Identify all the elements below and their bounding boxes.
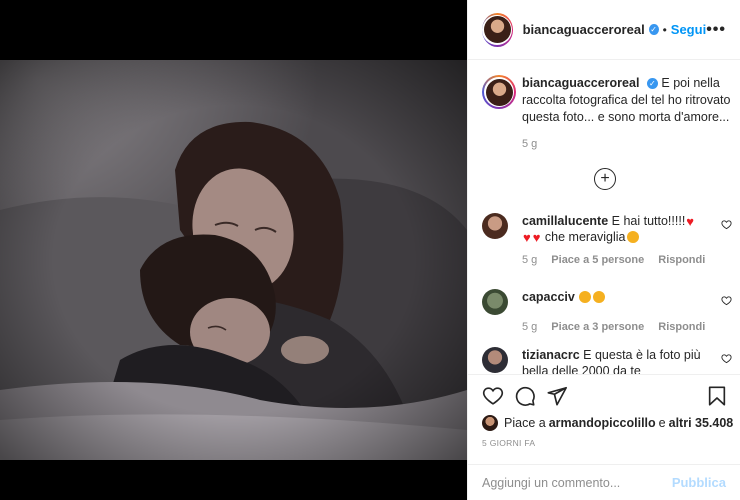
comment-likes[interactable]: Piace a 5 persone <box>551 254 644 266</box>
comment-text-block: tizianacrc E questa è la foto più bella … <box>522 347 702 374</box>
heart-eyes-emoji <box>579 291 592 303</box>
comment-heart-icon[interactable] <box>721 295 732 306</box>
post-timestamp[interactable]: 5 GIORNI FA <box>482 438 535 448</box>
comment-text-block: capacciv <box>522 289 702 305</box>
commenter-avatar[interactable] <box>482 289 508 315</box>
post-media-pane <box>0 0 467 500</box>
comment-heart-icon[interactable] <box>721 219 732 230</box>
author-username[interactable]: biancaguacceroreal <box>523 22 645 37</box>
heart-icon[interactable] <box>482 385 504 407</box>
post-side-panel: biancaguacceroreal ✓ • Segui ••• biancag… <box>467 0 740 500</box>
heart-eyes-emoji <box>626 231 639 243</box>
likes-prefix: Piace a <box>504 416 546 430</box>
avatar-photo <box>485 78 513 106</box>
comment-item: capacciv 5 g Piace a 3 persone Rispondi <box>482 289 732 333</box>
comment-item: camillalucente E hai tutto!!!!!♥ ♥ ♥ che … <box>482 213 732 266</box>
comment-meta: 5 g Piace a 5 persone Rispondi <box>522 254 732 266</box>
comment-icon[interactable] <box>514 385 536 407</box>
avatar-photo <box>483 16 511 43</box>
add-comment-bar: Pubblica <box>468 464 740 500</box>
post-header: biancaguacceroreal ✓ • Segui ••• <box>468 0 740 60</box>
red-heart-emoji: ♥ <box>532 230 541 245</box>
comment-text-continued: che meraviglia <box>544 230 626 244</box>
caption-username[interactable]: biancaguacceroreal <box>522 76 639 90</box>
comment-time[interactable]: 5 g <box>522 321 537 333</box>
comment-time[interactable]: 5 g <box>522 254 537 266</box>
author-avatar[interactable] <box>482 12 513 47</box>
caption-time[interactable]: 5 g <box>522 138 732 150</box>
comment-input[interactable] <box>482 475 672 490</box>
comment-heart-icon[interactable] <box>721 353 732 364</box>
plus-circle-icon[interactable]: + <box>594 168 616 190</box>
comment-likes[interactable]: Piace a 3 persone <box>551 321 644 333</box>
likes-conjunction: e <box>658 416 666 430</box>
comment-meta: 5 g Piace a 3 persone Rispondi <box>522 321 732 333</box>
red-heart-emoji: ♥ <box>523 230 531 245</box>
caption-avatar[interactable] <box>482 75 516 109</box>
comment-username[interactable]: capacciv <box>522 290 575 304</box>
photo-illustration <box>0 60 467 460</box>
liker-avatar[interactable] <box>482 415 498 431</box>
verified-badge-icon: ✓ <box>648 24 659 35</box>
red-heart-emoji: ♥ <box>686 214 695 229</box>
reply-button[interactable]: Rispondi <box>658 254 705 266</box>
follow-button[interactable]: Segui <box>671 22 706 37</box>
likes-others[interactable]: altri 35.408 <box>669 416 734 430</box>
paper-plane-icon[interactable] <box>546 385 568 407</box>
bookmark-icon[interactable] <box>706 385 728 407</box>
reply-button[interactable]: Rispondi <box>658 321 705 333</box>
comments-list[interactable]: biancaguacceroreal ✓ E poi nella raccolt… <box>468 61 740 374</box>
comment-text: E hai tutto!!!!! <box>611 214 686 228</box>
heart-eyes-emoji <box>593 291 606 303</box>
comment-item: tizianacrc E questa è la foto più bella … <box>482 347 732 374</box>
comment-text-block: camillalucente E hai tutto!!!!!♥ ♥ ♥ che … <box>522 213 702 245</box>
post-caption: biancaguacceroreal ✓ E poi nella raccolt… <box>482 75 732 150</box>
commenter-avatar[interactable] <box>482 213 508 239</box>
likes-summary: Piace a armandopiccolillo e altri 35.408 <box>482 415 736 431</box>
post-actions: Piace a armandopiccolillo e altri 35.408… <box>468 374 740 464</box>
action-bar <box>482 385 728 411</box>
header-separator: • <box>662 22 667 37</box>
publish-button[interactable]: Pubblica <box>672 475 726 490</box>
liker-username[interactable]: armandopiccolillo <box>549 416 656 430</box>
more-options-icon[interactable]: ••• <box>706 21 726 39</box>
caption-text-block: biancaguacceroreal ✓ E poi nella raccolt… <box>522 75 732 126</box>
post-photo[interactable] <box>0 60 467 460</box>
verified-badge-icon: ✓ <box>646 78 658 90</box>
commenter-avatar[interactable] <box>482 347 508 373</box>
comment-username[interactable]: tizianacrc <box>522 348 580 362</box>
comment-username[interactable]: camillalucente <box>522 214 608 228</box>
